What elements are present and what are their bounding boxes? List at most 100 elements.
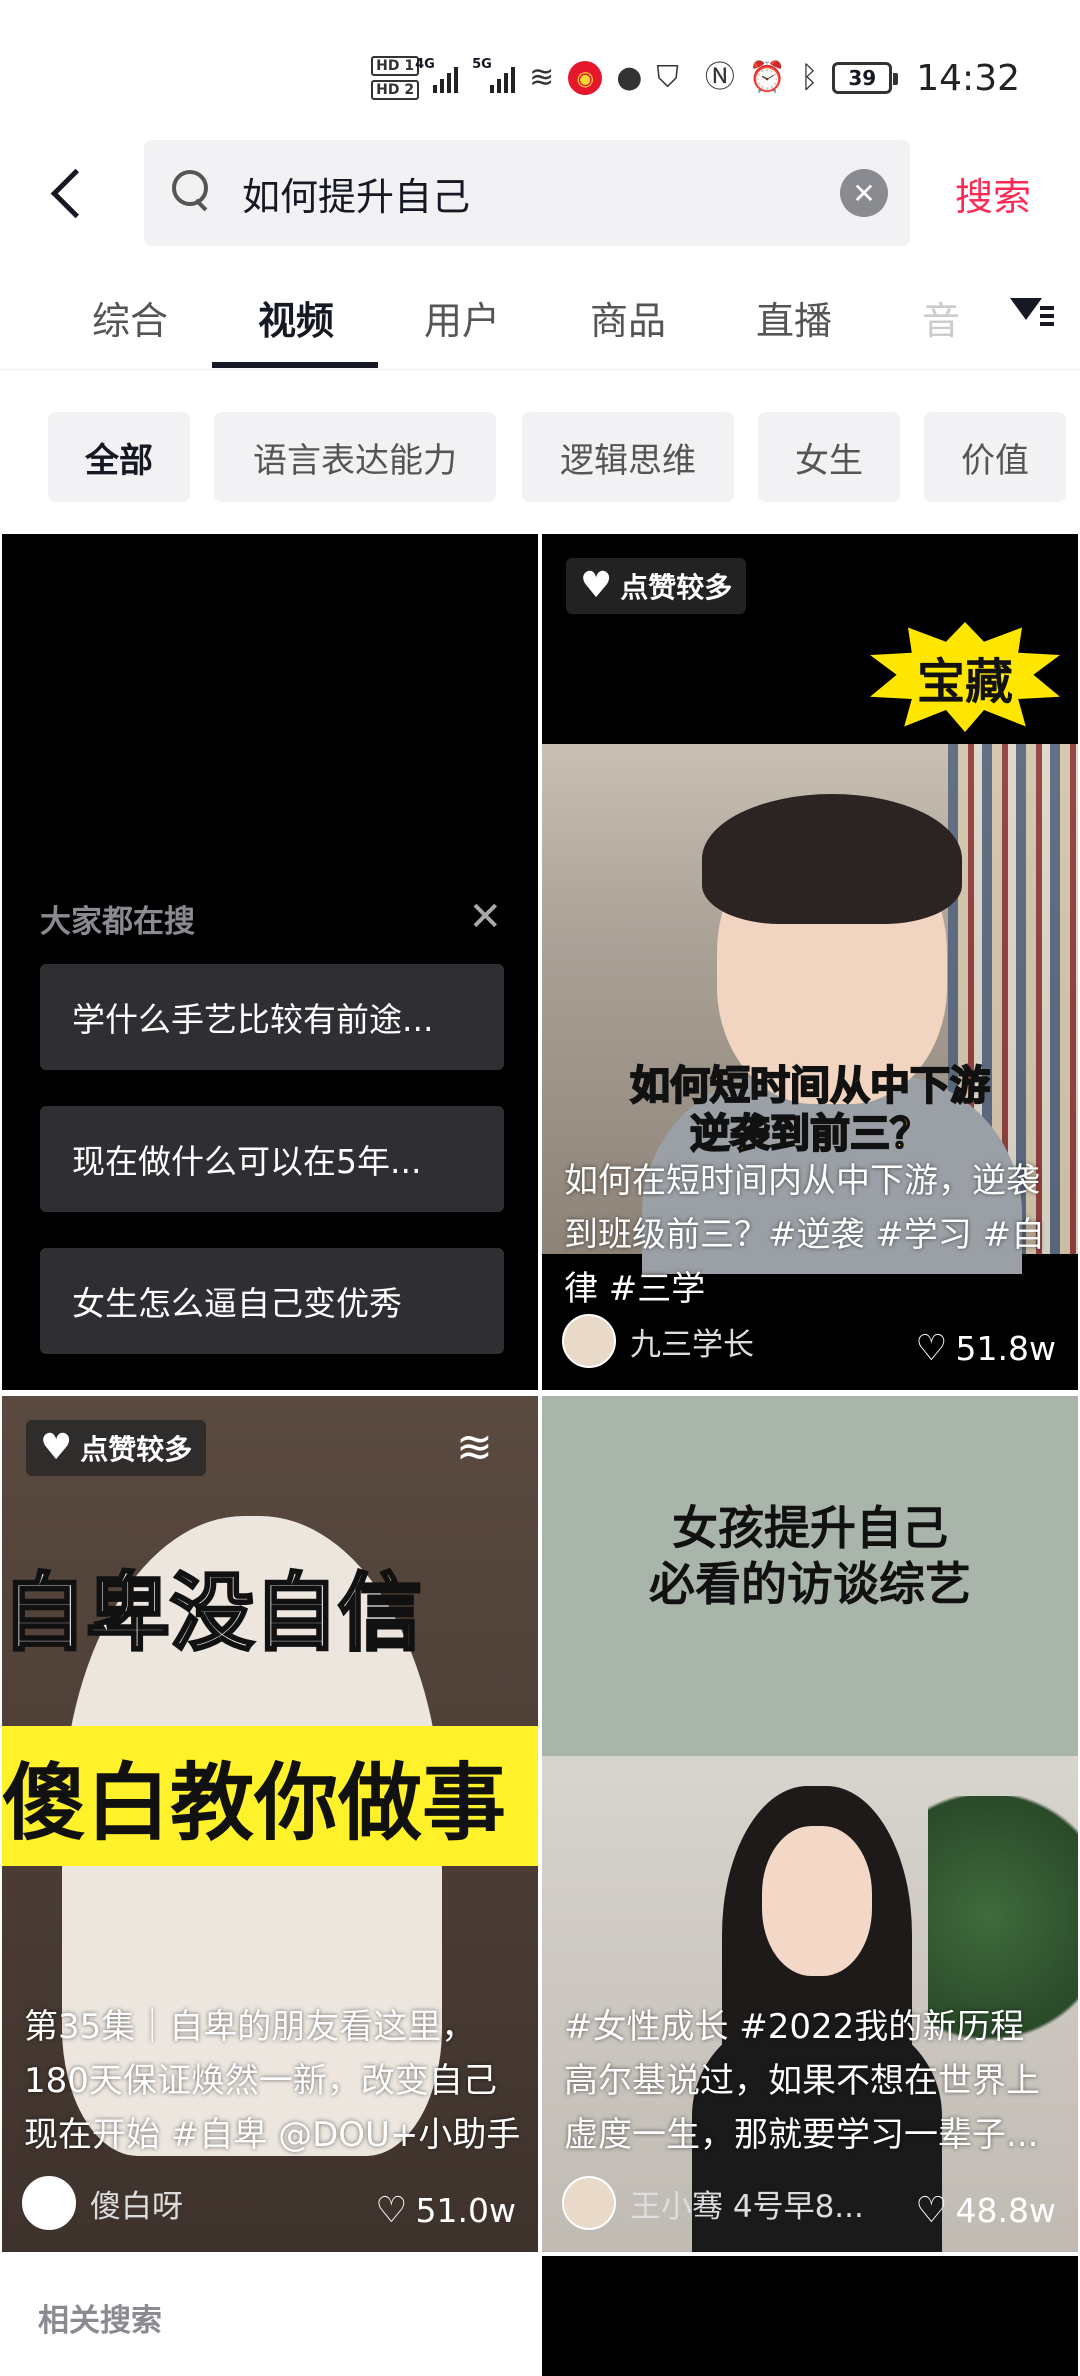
suggestion-item[interactable]: 学什么手艺比较有前途... <box>40 964 504 1070</box>
suggestion-heading: 大家都在搜 <box>40 904 195 940</box>
clock: 14:32 <box>916 57 1020 99</box>
author-name: 傻白呀 <box>90 2188 183 2225</box>
sticker-text: 宝藏 <box>916 654 1013 710</box>
filter-chips: 全部 语言表达能力 逻辑思维 女生 价值 <box>0 412 1080 502</box>
bluetooth-icon: ᛒ <box>800 60 819 95</box>
tab-music[interactable]: 音 <box>922 290 960 345</box>
shield-icon: ⛉ <box>656 60 679 95</box>
filter-icon[interactable] <box>1010 292 1054 336</box>
wifi-icon: ≋ <box>529 60 555 95</box>
suggestion-item[interactable]: 现在做什么可以在5年... <box>40 1106 504 1212</box>
tab-products[interactable]: 商品 <box>590 290 666 345</box>
thumbnail-caption: 逆袭到前三？ <box>689 1110 931 1158</box>
badge-label: 点赞较多 <box>80 1433 193 1466</box>
battery-level: 39 <box>848 66 877 90</box>
search-query-text: 如何提升自己 <box>242 175 471 219</box>
weibo-icon: ◉ <box>568 61 603 95</box>
collection-stack-icon: ≋ <box>456 1422 493 1473</box>
battery-icon: 39 <box>832 62 899 94</box>
network-type-2: 5G <box>472 57 492 72</box>
like-count: ♡ 51.8w <box>915 1329 1056 1368</box>
video-card[interactable]: 自卑没自信 傻白教你做事 ♥ 点赞较多 ≋ 第35集｜自卑的朋友看这里， 180天… <box>2 1396 538 2252</box>
signal-icon-sim1: 4G <box>415 57 459 93</box>
likes-value: 48.8w <box>955 2191 1056 2230</box>
status-icons: HD 1 HD 2 4G 5G ≋ ◉ ● ⛉ Ⓝ ⏰ ᛒ 39 14:32 <box>371 48 1020 108</box>
author-name: 王小骞 4号早8... <box>630 2188 864 2225</box>
badge-label: 点赞较多 <box>620 571 733 604</box>
avatar <box>562 2176 616 2230</box>
like-count: ♡ 51.0w <box>375 2191 516 2230</box>
title-line: 如何在短时间内从中下游，逆袭 <box>564 1161 1040 1201</box>
video-card[interactable]: ♥ 点赞较多 宝藏 如何短时间从中下游 逆袭到前三？ 如何在短时间内从中下游，逆袭… <box>542 534 1078 1390</box>
title-line: #女性成长 #2022我的新历程 <box>564 2007 1025 2047</box>
search-submit-button[interactable]: 搜索 <box>955 166 1031 221</box>
chip-all[interactable]: 全部 <box>48 412 190 502</box>
hd-indicator: HD 1 HD 2 <box>371 56 420 100</box>
thumbnail-caption: 傻白教你做事 <box>2 1754 507 1852</box>
search-header: 如何提升自己 ✕ 搜索 <box>0 140 1080 246</box>
alarm-icon: ⏰ <box>748 60 787 95</box>
likes-value: 51.0w <box>415 2191 516 2230</box>
title-line: 虚度一生，那就要学习一辈子... <box>564 2115 1039 2155</box>
related-search-heading: 相关搜索 <box>38 2303 162 2339</box>
author-name: 九三学长 <box>630 1326 754 1363</box>
avatar <box>22 2176 76 2230</box>
video-title: #女性成长 #2022我的新历程 高尔基说过，如果不想在世界上 虚度一生，那就要… <box>564 2000 1040 2162</box>
nfc-icon: Ⓝ <box>704 60 735 95</box>
signal-icon-sim2: 5G <box>472 57 516 93</box>
title-line: 现在开始 #自卑 @DOU+小助手 <box>24 2115 521 2155</box>
author[interactable]: 九三学长 <box>562 1314 754 1368</box>
popular-badge: ♥ 点赞较多 <box>26 1420 207 1476</box>
active-tab-indicator <box>212 362 378 368</box>
video-title: 第35集｜自卑的朋友看这里， 180天保证焕然一新，改变自己 现在开始 #自卑 … <box>24 2000 520 2162</box>
chat-bubble-icon: ● <box>616 60 643 95</box>
thumbnail-caption: 女孩提升自己 <box>672 1501 948 1555</box>
back-button[interactable] <box>40 160 100 226</box>
tab-users[interactable]: 用户 <box>424 290 500 345</box>
chip-girls[interactable]: 女生 <box>758 412 900 502</box>
close-icon[interactable]: ✕ <box>468 894 502 940</box>
result-type-tabs: 综合 视频 用户 商品 直播 音 <box>0 270 1080 370</box>
suggestion-text: 现在做什么可以在5年... <box>72 1142 422 1181</box>
title-line: 律 #三学 <box>564 1269 706 1309</box>
tab-live[interactable]: 直播 <box>756 290 832 345</box>
thumbnail-caption: 如何短时间从中下游 <box>629 1062 991 1110</box>
heart-outline-icon: ♡ <box>375 2189 408 2231</box>
suggestion-text: 学什么手艺比较有前途... <box>72 1000 434 1039</box>
heart-icon: ♥ <box>40 1427 73 1468</box>
heart-icon: ♥ <box>580 565 613 606</box>
author[interactable]: 王小骞 4号早8... <box>562 2176 864 2230</box>
title-line: 第35集｜自卑的朋友看这里， <box>24 2007 476 2047</box>
suggestion-card: 大家都在搜 ✕ 学什么手艺比较有前途... 现在做什么可以在5年... 女生怎么… <box>2 534 538 1390</box>
title-line: 180天保证焕然一新，改变自己 <box>24 2061 497 2101</box>
hd1-label: HD 1 <box>371 56 420 76</box>
search-input[interactable]: 如何提升自己 ✕ <box>144 140 910 246</box>
video-card-partial[interactable] <box>542 2256 1078 2376</box>
heart-outline-icon: ♡ <box>915 1327 948 1369</box>
video-title: 如何在短时间内从中下游，逆袭 到班级前三？#逆袭 #学习 #自 律 #三学 <box>564 1154 1045 1316</box>
hd2-label: HD 2 <box>371 80 420 100</box>
search-icon <box>172 170 210 208</box>
popular-badge: ♥ 点赞较多 <box>566 558 747 614</box>
suggestion-item[interactable]: 女生怎么逼自己变优秀 <box>40 1248 504 1354</box>
thumbnail-caption: 自卑没自信 <box>2 1563 424 1664</box>
video-card[interactable]: 女孩提升自己 必看的访谈综艺 #女性成长 #2022我的新历程 高尔基说过，如果… <box>542 1396 1078 2252</box>
clear-search-icon[interactable]: ✕ <box>840 169 888 217</box>
heart-outline-icon: ♡ <box>915 2189 948 2231</box>
thumbnail-caption: 必看的访谈综艺 <box>649 1557 971 1611</box>
chip-logical-thinking[interactable]: 逻辑思维 <box>522 412 734 502</box>
title-line: 高尔基说过，如果不想在世界上 <box>564 2061 1040 2101</box>
chip-language-expression[interactable]: 语言表达能力 <box>214 412 496 502</box>
author[interactable]: 傻白呀 <box>22 2176 183 2230</box>
title-line: 到班级前三？#逆袭 #学习 #自 <box>564 1215 1046 1255</box>
like-count: ♡ 48.8w <box>915 2191 1056 2230</box>
suggestion-text: 女生怎么逼自己变优秀 <box>72 1284 402 1323</box>
avatar <box>562 1314 616 1368</box>
tab-comprehensive[interactable]: 综合 <box>92 290 168 345</box>
sticker-burst: 宝藏 <box>870 622 1060 732</box>
likes-value: 51.8w <box>955 1329 1056 1368</box>
tab-video[interactable]: 视频 <box>258 290 334 345</box>
chip-value[interactable]: 价值 <box>924 412 1066 502</box>
network-type-1: 4G <box>415 57 435 72</box>
status-bar: HD 1 HD 2 4G 5G ≋ ◉ ● ⛉ Ⓝ ⏰ ᛒ 39 14:32 <box>0 0 1080 130</box>
